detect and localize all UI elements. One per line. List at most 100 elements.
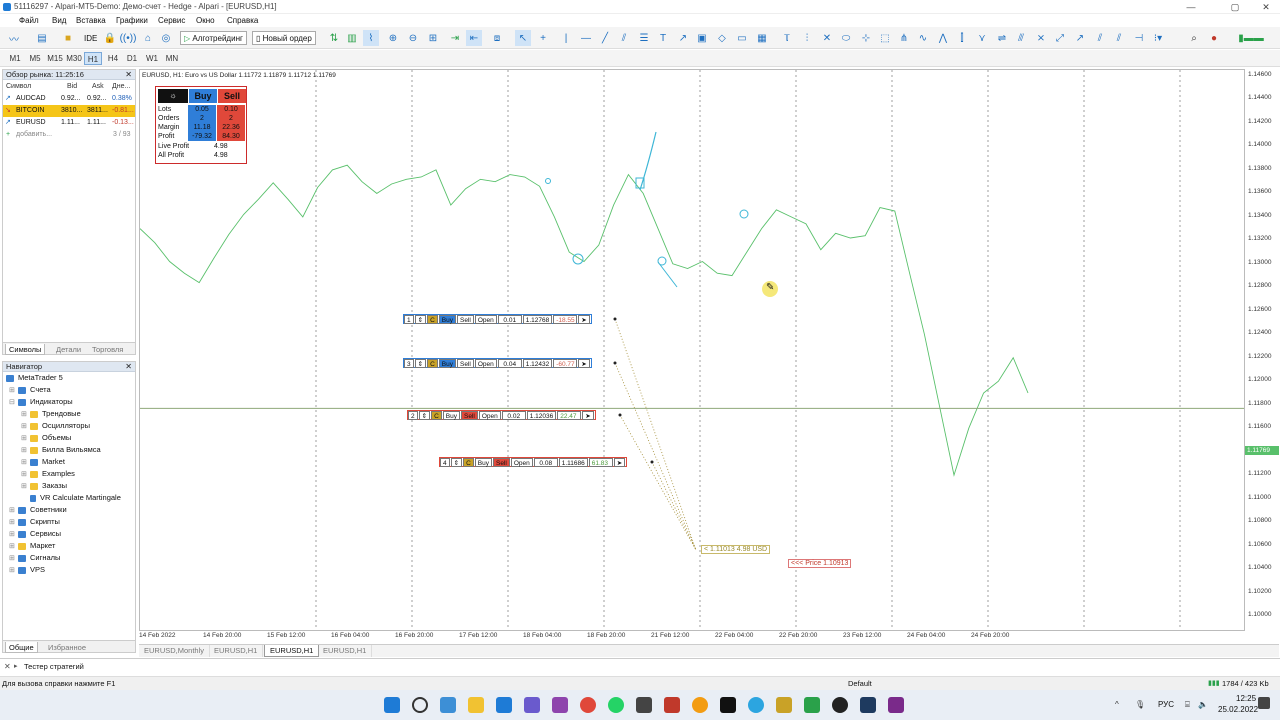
move-icon[interactable]: ⇕: [414, 314, 427, 324]
rectangle-icon[interactable]: ⬚: [877, 30, 893, 46]
language-indicator[interactable]: РУС: [1158, 700, 1174, 709]
close-icon[interactable]: ✕: [125, 70, 132, 80]
tab-trading[interactable]: Торговля: [89, 344, 126, 355]
cross-tool-icon[interactable]: ⨯: [1033, 30, 1049, 46]
zoom-in-icon[interactable]: ⊕: [385, 30, 401, 46]
browser-icon[interactable]: [496, 697, 512, 713]
nav-item-trend[interactable]: ⊞ Трендовые: [21, 408, 81, 420]
arrow-icon[interactable]: ➤: [578, 358, 590, 368]
tf-h4[interactable]: H4: [104, 52, 122, 65]
market-row-selected[interactable]: ↘ BITCOIN 3810... 3811... -0.81...: [3, 105, 135, 117]
tool5-icon[interactable]: ⫽: [1111, 30, 1127, 46]
tf-d1[interactable]: D1: [123, 52, 141, 65]
image-icon[interactable]: ▣: [694, 30, 710, 46]
app-icon[interactable]: [888, 697, 904, 713]
regression-icon[interactable]: ⫿: [954, 30, 970, 46]
network-icon[interactable]: ⌸: [1185, 700, 1190, 710]
fibo-fan-icon[interactable]: ⫻: [1013, 30, 1029, 46]
notification-center-icon[interactable]: [1258, 697, 1270, 709]
order-buy-button[interactable]: Buy: [442, 410, 460, 420]
nav-item-vps[interactable]: ⊞ VPS: [9, 564, 45, 576]
move-icon[interactable]: ⇕: [414, 358, 427, 368]
chart-type-icon[interactable]: 〰: [6, 30, 22, 46]
volume-icon[interactable]: 🔈: [1198, 700, 1208, 709]
settings-icon[interactable]: ☼: [158, 89, 188, 103]
expand-icon[interactable]: ⊞: [9, 565, 16, 577]
tf-m15[interactable]: M15: [45, 52, 65, 65]
tool6-icon[interactable]: ⊣: [1131, 30, 1147, 46]
arrow-icon[interactable]: ➤: [582, 410, 594, 420]
app-icon[interactable]: [636, 697, 652, 713]
clock-date[interactable]: 25.02.2022: [1218, 705, 1258, 714]
nav-item-vr-martingale[interactable]: VR Calculate Martingale: [30, 492, 121, 504]
buy-sell-icon[interactable]: ⇅: [326, 30, 342, 46]
crosshair-icon[interactable]: +: [535, 30, 551, 46]
objects-icon[interactable]: ▦: [754, 30, 770, 46]
tab-eurusd-h1-b[interactable]: EURUSD,H1: [318, 645, 373, 657]
menu-file[interactable]: Файл: [19, 16, 39, 25]
column-symbol[interactable]: Символ: [6, 81, 31, 93]
app-icon[interactable]: [776, 697, 792, 713]
expand-icon[interactable]: ⊞: [21, 481, 28, 493]
maps-icon[interactable]: [832, 697, 848, 713]
whatsapp-icon[interactable]: [608, 697, 624, 713]
order-open-button[interactable]: Open: [474, 314, 497, 324]
column-bid[interactable]: Bid: [67, 81, 77, 93]
horizontal-line-icon[interactable]: —: [578, 30, 594, 46]
tf-m1[interactable]: M1: [6, 52, 24, 65]
tf-h1[interactable]: H1: [84, 52, 102, 65]
vivaldi-icon[interactable]: [580, 697, 596, 713]
windows-start-icon[interactable]: [384, 697, 400, 713]
nav-item-indicators[interactable]: ⊟ Индикаторы: [9, 396, 73, 408]
tool2-icon[interactable]: ⤢: [1052, 30, 1068, 46]
trendline-icon[interactable]: ╱: [597, 30, 613, 46]
order-line-2[interactable]: 2 ⇕ C Buy Sell Open 0.02 1.12036 22.47 ➤: [407, 410, 596, 420]
close-icon[interactable]: ✕: [125, 362, 132, 372]
app-icon[interactable]: [692, 697, 708, 713]
order-buy-button[interactable]: Buy: [438, 314, 456, 324]
cycle-icon[interactable]: ⊹: [858, 30, 874, 46]
clock-time[interactable]: 12:25: [1236, 694, 1256, 703]
grid-icon[interactable]: ⊞: [425, 30, 441, 46]
metatrader-taskbar-icon[interactable]: [860, 697, 876, 713]
text-tools-icon[interactable]: Ⲧ: [779, 30, 795, 46]
shapes-icon[interactable]: ◇: [714, 30, 730, 46]
app-icon[interactable]: [524, 697, 540, 713]
order-open-button[interactable]: Open: [510, 457, 533, 467]
time-axis[interactable]: 14 Feb 2022 14 Feb 20:00 15 Feb 12:00 16 Fe…: [139, 631, 1279, 643]
move-icon[interactable]: ⇕: [450, 457, 463, 467]
more-tools-icon[interactable]: ⁝▾: [1150, 30, 1166, 46]
tray-chevron-icon[interactable]: ^: [1115, 700, 1119, 709]
vps-icon[interactable]: ◎: [158, 30, 174, 46]
label-icon[interactable]: ▭: [734, 30, 750, 46]
search-icon[interactable]: ⌕: [1186, 30, 1202, 46]
ide-button[interactable]: IDE: [80, 31, 101, 45]
search-icon[interactable]: [412, 697, 428, 713]
nav-item-accounts[interactable]: ⊞ Счета: [9, 384, 51, 396]
nav-item-market[interactable]: ⊞ Market: [21, 456, 65, 468]
move-icon[interactable]: ⇕: [418, 410, 431, 420]
order-sell-button[interactable]: Sell: [456, 358, 474, 368]
tab-common[interactable]: Общие: [5, 642, 38, 653]
tool3-icon[interactable]: ↗: [1072, 30, 1088, 46]
close-icon[interactable]: ✕: [4, 662, 11, 671]
app-icon[interactable]: [664, 697, 680, 713]
close-order-button[interactable]: C: [427, 314, 438, 324]
new-order-button[interactable]: ▯ Новый ордер: [252, 31, 316, 45]
order-lots[interactable]: 0.08: [533, 457, 558, 467]
order-sell-button[interactable]: Sell: [460, 410, 478, 420]
arrow-line-icon[interactable]: ↗: [675, 30, 691, 46]
arrow-icon[interactable]: ➤: [613, 457, 626, 467]
price-axis[interactable]: 1.14600 1.14400 1.14200 1.14000 1.13800 1.136…: [1245, 69, 1280, 631]
chart-shift-icon[interactable]: ⇤: [466, 30, 482, 46]
tab-symbols[interactable]: Символы: [5, 344, 46, 355]
tool4-icon[interactable]: ⫽: [1092, 30, 1108, 46]
market-row[interactable]: ↗ AUDCAD 0.92... 0.92... 0.38%: [3, 93, 135, 105]
nav-item-marketplace[interactable]: ⊞ Маркет: [9, 540, 55, 552]
minimize-button[interactable]: —: [1180, 1, 1202, 13]
arrows-icon[interactable]: ⇌: [994, 30, 1010, 46]
order-sell-button[interactable]: Sell: [456, 314, 474, 324]
nav-item-signals[interactable]: ⊞ Сигналы: [9, 552, 60, 564]
fibo-icon[interactable]: ☰: [636, 30, 652, 46]
order-buy-button[interactable]: Buy: [438, 358, 456, 368]
